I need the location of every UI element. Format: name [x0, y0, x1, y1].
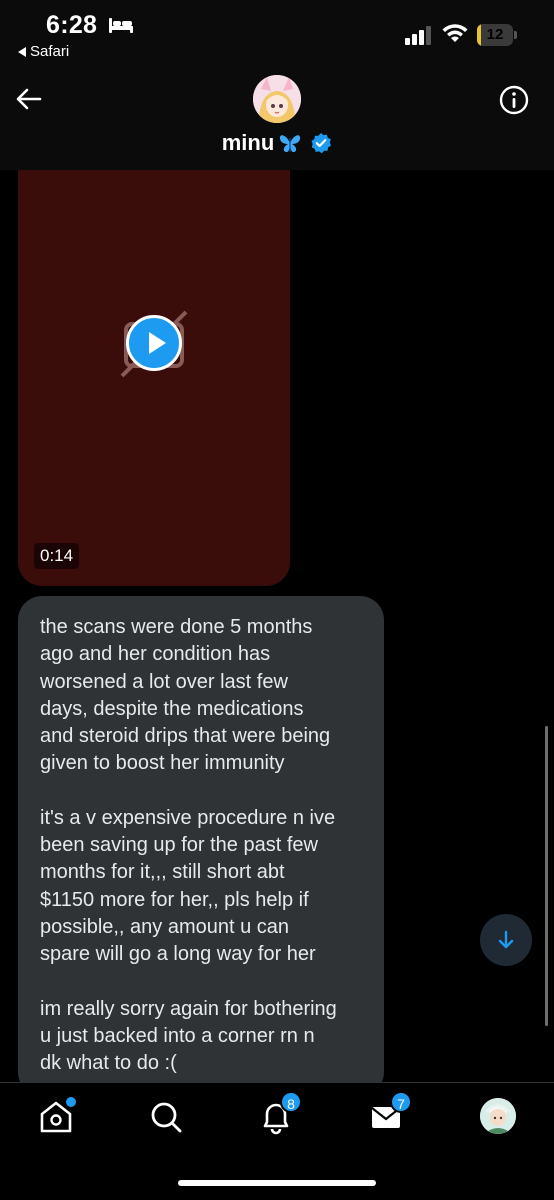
nav-home[interactable] — [36, 1097, 76, 1137]
message-paragraph: im really sorry again for bothering u ju… — [40, 997, 337, 1075]
signal-icon — [405, 26, 431, 45]
arrow-down-icon — [498, 930, 514, 949]
home-indicator — [178, 1180, 376, 1186]
messages-badge: 7 — [390, 1091, 412, 1113]
message-paragraph: the scans were done 5 months ago and her… — [40, 616, 331, 775]
video-duration: 0:14 — [34, 543, 80, 569]
scrollbar[interactable] — [545, 726, 548, 1026]
nav-messages[interactable]: 7 — [366, 1091, 412, 1137]
text-message[interactable]: the scans were done 5 months ago and her… — [18, 596, 384, 1096]
contact-name: minu — [221, 130, 275, 155]
notifications-badge: 8 — [280, 1091, 302, 1113]
battery-percent: 12 — [486, 26, 504, 43]
dm-screen: 6:28 Safari 12 minu 0:14 the scans were … — [0, 0, 554, 1200]
status-time: 6:28 — [46, 11, 98, 39]
play-button[interactable] — [126, 315, 182, 371]
back-app-label: Safari — [30, 43, 70, 60]
search-icon — [151, 1102, 182, 1133]
info-icon[interactable] — [498, 84, 530, 116]
play-icon — [149, 332, 166, 354]
contact-avatar[interactable] — [253, 75, 301, 123]
nav-search[interactable] — [146, 1097, 186, 1137]
butterfly-icon — [280, 135, 301, 153]
scroll-to-bottom-button[interactable] — [480, 914, 532, 966]
back-arrow-icon[interactable] — [14, 84, 44, 114]
verified-badge-icon — [311, 133, 332, 154]
profile-avatar[interactable] — [480, 1098, 516, 1134]
conversation-header: minu — [0, 68, 554, 170]
message-paragraph: it's a v expensive procedure n ive been … — [40, 806, 336, 966]
video-message[interactable]: 0:14 — [18, 170, 290, 586]
back-triangle-icon — [18, 46, 26, 57]
nav-notifications[interactable]: 8 — [256, 1091, 302, 1137]
bed-icon — [109, 18, 133, 33]
wifi-icon — [442, 24, 468, 42]
back-to-safari-button[interactable]: Safari — [18, 43, 69, 60]
home-notification-dot — [66, 1097, 76, 1107]
contact-name-row[interactable]: minu — [0, 130, 554, 156]
battery-icon: 12 — [477, 24, 517, 46]
status-bar: 6:28 Safari 12 — [0, 0, 554, 68]
